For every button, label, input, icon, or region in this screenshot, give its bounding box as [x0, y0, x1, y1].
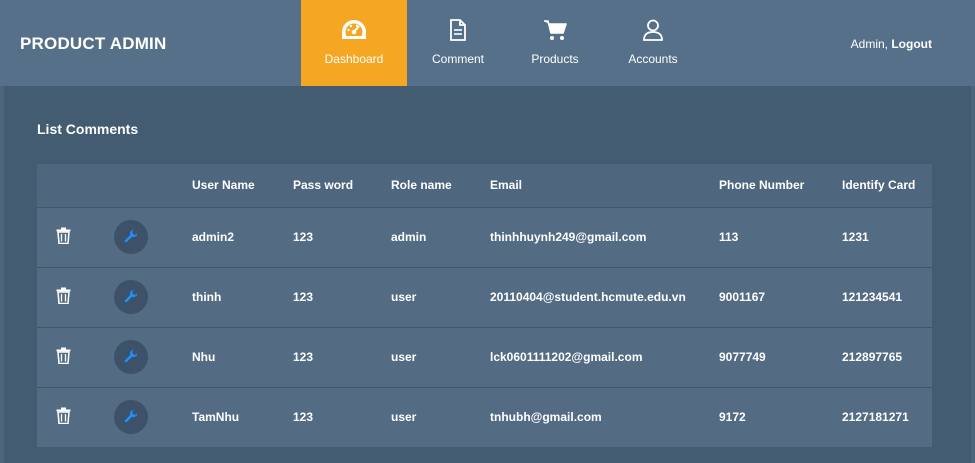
top-navbar: PRODUCT ADMIN Dashboard Comment Products…	[0, 0, 975, 86]
cell-identify-card: 121234541	[842, 290, 903, 304]
header-email: Email	[490, 178, 523, 193]
trash-icon[interactable]	[56, 347, 71, 364]
table-row: Nhu 123 user lck0601111202@gmail.com 907…	[37, 327, 932, 387]
cell-email: 20110404@student.hcmute.edu.vn	[490, 290, 686, 304]
wrench-icon	[124, 229, 138, 246]
wrench-icon	[124, 409, 138, 426]
cell-role-name: user	[391, 410, 417, 425]
cell-user-name: thinh	[192, 290, 222, 304]
cell-phone-number: 113	[719, 230, 739, 244]
panel-title: List Comments	[37, 121, 139, 137]
header-delete	[37, 164, 114, 207]
edit-button[interactable]	[114, 280, 148, 314]
nav-dashboard-label: Dashboard	[324, 52, 384, 66]
cell-phone-number: 9172	[719, 410, 746, 425]
cell-email: tnhubh@gmail.com	[490, 410, 602, 425]
cell-email: lck0601111202@gmail.com	[490, 350, 643, 364]
cell-password: 123	[293, 230, 314, 244]
speedometer-icon	[341, 17, 367, 43]
brand-title: PRODUCT ADMIN	[20, 34, 167, 53]
cell-user-name: Nhu	[192, 350, 216, 364]
comments-panel: List Comments User Name Pass word Role n…	[4, 86, 971, 463]
nav-comment-label: Comment	[431, 52, 484, 66]
cell-role-name: admin	[391, 230, 427, 244]
table-row: TamNhu 123 user tnhubh@gmail.com 9172 21…	[37, 387, 932, 447]
user-icon	[640, 17, 666, 43]
cell-user-name: TamNhu	[192, 410, 240, 425]
trash-icon[interactable]	[56, 287, 71, 304]
trash-icon[interactable]	[56, 407, 71, 425]
cell-identify-card: 212897765	[842, 350, 903, 364]
nav-comment[interactable]: Comment	[407, 0, 509, 86]
table-row: thinh 123 user 20110404@student.hcmute.e…	[37, 267, 932, 327]
nav-products-label: Products	[531, 52, 579, 66]
table-row: admin2 123 admin thinhhuynh249@gmail.com…	[37, 207, 932, 267]
document-icon	[445, 17, 471, 43]
trash-icon[interactable]	[56, 227, 71, 244]
edit-button[interactable]	[114, 340, 148, 374]
header-phone-number: Phone Number	[719, 178, 805, 193]
nav-dashboard[interactable]: Dashboard	[301, 0, 407, 86]
nav-accounts[interactable]: Accounts	[601, 0, 705, 86]
cell-email: thinhhuynh249@gmail.com	[490, 230, 647, 244]
logout-link[interactable]: Logout	[891, 37, 932, 51]
cell-role-name: user	[391, 350, 417, 364]
nav-accounts-label: Accounts	[628, 52, 678, 66]
cart-icon	[542, 17, 568, 43]
user-name: Admin,	[850, 37, 888, 51]
header-identify-card: Identify Card	[842, 178, 916, 193]
cell-identify-card: 1231	[842, 230, 869, 244]
cell-user-name: admin2	[192, 230, 235, 244]
cell-role-name: user	[391, 290, 417, 304]
cell-password: 123	[293, 290, 314, 304]
table-header-row: User Name Pass word Role name Email Phon…	[37, 164, 932, 207]
cell-phone-number: 9001167	[719, 290, 766, 304]
cell-password: 123	[293, 410, 314, 425]
header-user-name: User Name	[192, 178, 255, 193]
wrench-icon	[124, 349, 138, 366]
comments-table-wrap: User Name Pass word Role name Email Phon…	[37, 164, 932, 447]
comments-table: User Name Pass word Role name Email Phon…	[37, 164, 932, 447]
cell-identify-card: 2127181271	[842, 410, 909, 425]
wrench-icon	[124, 289, 138, 306]
header-password: Pass word	[293, 178, 354, 193]
cell-password: 123	[293, 350, 314, 364]
header-edit	[114, 164, 192, 207]
nav-products[interactable]: Products	[509, 0, 601, 86]
cell-phone-number: 9077749	[719, 350, 766, 364]
header-role-name: Role name	[391, 178, 452, 193]
edit-button[interactable]	[114, 400, 148, 435]
edit-button[interactable]	[114, 220, 148, 254]
main-nav: Dashboard Comment Products Accounts	[301, 0, 705, 86]
user-area: Admin, Logout	[851, 37, 932, 51]
